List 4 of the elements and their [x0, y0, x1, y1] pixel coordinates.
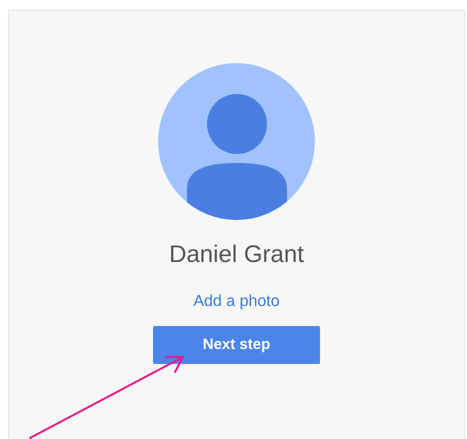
- next-step-button[interactable]: Next step: [153, 326, 320, 364]
- avatar-icon: [158, 63, 315, 220]
- add-photo-link[interactable]: Add a photo: [193, 292, 280, 312]
- profile-name: Daniel Grant: [169, 240, 304, 270]
